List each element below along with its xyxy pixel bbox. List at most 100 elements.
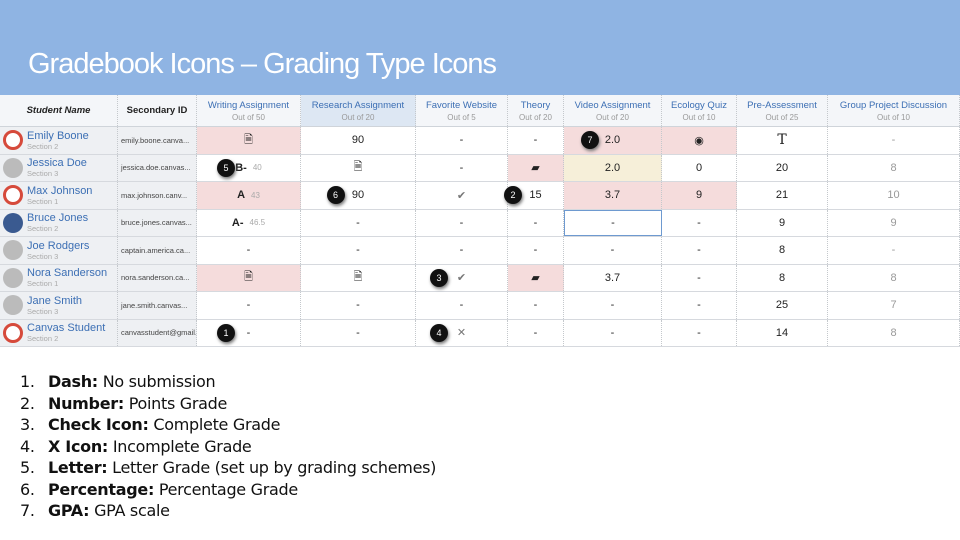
student-name-cell[interactable]: Jessica Doe Section 3 [0,154,118,181]
column-header[interactable]: Group Project Discussion Out of 10 [828,95,960,126]
grade-cell[interactable]: 9 [828,209,960,236]
grade-cell[interactable]: 8 [828,154,960,181]
grade-cell[interactable]: - [301,209,416,236]
grade-cell[interactable]: - [508,209,564,236]
grade-cell[interactable]: - [301,319,416,346]
grade-cell[interactable]: - [301,292,416,319]
grade-cell[interactable]: - [508,319,564,346]
student-name-cell[interactable]: Nora Sanderson Section 1 [0,264,118,291]
grade-cell[interactable]: 2.0 [564,154,662,181]
check-icon: ✔ [456,272,467,285]
check-icon: ✔ [456,189,467,202]
grade-value: - [533,134,538,147]
grade-cell[interactable]: 1- [197,319,301,346]
grade-cell[interactable]: - [564,319,662,346]
grade-cell[interactable]: 7 2.0 [564,127,662,154]
grade-cell[interactable]: - [301,237,416,264]
grade-cell[interactable]: 4 ✕ [416,319,508,346]
grade-cell[interactable]: 10 [828,182,960,209]
grade-cell[interactable]: ▰ [508,154,564,181]
student-name-cell[interactable]: Bruce Jones Section 2 [0,209,118,236]
column-title: Theory [520,99,551,111]
grade-cell[interactable]: - [662,209,737,236]
grade-cell[interactable]: ◉ [662,127,737,154]
student-info: Emily Boone Section 2 [27,130,89,151]
student-name-link[interactable]: Bruce Jones [27,213,88,224]
grade-cell[interactable]: 8 [828,264,960,291]
student-name-link[interactable]: Emily Boone [27,130,89,142]
grade-cell[interactable]: - [662,237,737,264]
grade-cell[interactable]: 3.7 [564,264,662,291]
grade-cell[interactable]: 🗎 [301,154,416,181]
grade-cell[interactable]: 7 [828,292,960,319]
column-header[interactable]: Favorite Website Out of 5 [416,95,508,126]
column-header[interactable]: Secondary ID [118,95,197,126]
grade-cell[interactable]: - [828,237,960,264]
grade-value: - [533,216,538,229]
grade-cell[interactable]: 0 [662,154,737,181]
grade-cell[interactable]: - [662,319,737,346]
grade-cell[interactable]: ▰ [508,264,564,291]
grade-cell[interactable]: T [737,127,828,154]
column-header[interactable]: Research Assignment Out of 20 [301,95,416,126]
grade-cell[interactable]: - [416,237,508,264]
student-name-cell[interactable]: Max Johnson Section 1 [0,182,118,209]
grade-cell[interactable]: - [416,292,508,319]
grade-cell[interactable]: - [508,127,564,154]
grade-cell[interactable]: 5 B- 40 [197,154,301,181]
column-header[interactable]: Pre-Assessment Out of 25 [737,95,828,126]
grade-cell[interactable]: - [828,127,960,154]
grade-cell[interactable]: - [564,209,662,236]
student-name-cell[interactable]: Canvas Student Section 2 [0,319,118,346]
column-header[interactable]: Writing Assignment Out of 50 [197,95,301,126]
grade-cell[interactable]: ✔ [416,182,508,209]
grade-cell[interactable]: 3 ✔ [416,264,508,291]
grade-cell[interactable]: 🗎 [197,264,301,291]
grade-cell[interactable]: 90 [301,127,416,154]
grade-cell[interactable]: A 43 [197,182,301,209]
grade-cell[interactable]: - [416,127,508,154]
student-name-cell[interactable]: Emily Boone Section 2 [0,127,118,154]
grade-cell[interactable]: - [662,292,737,319]
grade-cell[interactable]: 20 [737,154,828,181]
callout-badge: 4 [430,323,448,342]
column-header[interactable]: Theory Out of 20 [508,95,564,126]
header-row: Student Name Secondary ID Writing Assignme… [0,95,960,127]
grade-cell[interactable]: - [197,292,301,319]
grade-cell[interactable]: 9 [662,182,737,209]
grade-cell[interactable]: - [508,237,564,264]
grade-cell[interactable]: 2 15 [504,182,564,209]
grade-cell[interactable]: - [564,292,662,319]
student-name-link[interactable]: Canvas Student [27,323,105,334]
column-header[interactable]: Student Name [0,95,118,126]
student-name-link[interactable]: Joe Rodgers [27,240,89,252]
grade-cell[interactable]: 14 [737,319,828,346]
grade-cell[interactable]: 🗎 [301,264,416,291]
grade-cell[interactable]: 8 [737,264,828,291]
legend-item: 1. Dash: No submission [20,372,436,394]
grade-cell[interactable]: - [416,209,508,236]
grade-cell[interactable]: - [564,237,662,264]
grade-cell[interactable]: 21 [737,182,828,209]
grade-cell[interactable]: 8 [828,319,960,346]
student-name-link[interactable]: Jessica Doe [27,158,87,169]
grade-cell[interactable]: - [416,154,508,181]
grade-cell[interactable]: 6 90 [301,182,416,209]
grade-cell[interactable]: 🗎 [197,127,301,154]
grade-cell[interactable]: 25 [737,292,828,319]
column-header[interactable]: Ecology Quiz Out of 10 [662,95,737,126]
column-header[interactable]: Video Assignment Out of 20 [564,95,662,126]
grade-cell[interactable]: 9 [737,209,828,236]
grade-cell[interactable]: - [662,264,737,291]
grade-cell[interactable]: - [197,237,301,264]
grade-cell[interactable]: 3.7 [564,182,662,209]
grade-cell[interactable]: 8 [737,237,828,264]
student-name-link[interactable]: Max Johnson [27,185,92,197]
student-name-cell[interactable]: Jane Smith Section 3 [0,292,118,319]
grade-cell[interactable]: A- 46.5 [197,209,301,236]
grade-cell[interactable]: - [508,292,564,319]
student-name-link[interactable]: Nora Sanderson [27,268,107,279]
student-name-cell[interactable]: Joe Rodgers Section 3 [0,237,118,264]
student-name-link[interactable]: Jane Smith [27,295,82,307]
table-row: Canvas Student Section 2 canvasstudent@gma… [0,319,960,347]
